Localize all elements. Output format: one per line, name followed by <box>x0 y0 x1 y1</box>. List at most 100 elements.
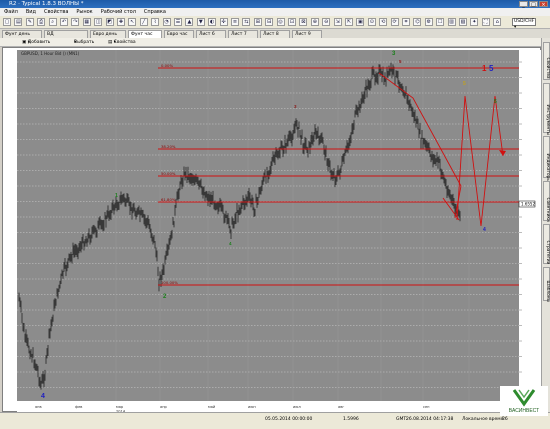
side-tab-1[interactable]: Свойства <box>543 42 550 80</box>
toolbar-button-26[interactable]: ⊡ <box>288 18 296 26</box>
wave-label: 5 <box>494 99 497 105</box>
tab-3[interactable]: Евро день <box>90 30 126 38</box>
minimize-button[interactable]: _ <box>519 1 528 8</box>
tab-6[interactable]: Лист 6 <box>196 30 226 38</box>
toolbar-button-36[interactable]: ⌗ <box>402 18 410 26</box>
toolbar-button-39[interactable]: ☐ <box>436 18 445 26</box>
toolbar-button-10[interactable]: ◩ <box>105 18 114 26</box>
toolbar-button-44[interactable]: ⌂ <box>493 18 502 26</box>
chart-properties-label: Свойства <box>113 40 136 45</box>
tab-5[interactable]: Евро час <box>164 30 194 38</box>
status-gmt-time: 26.08.2014 04:17:38 <box>406 417 454 422</box>
toolbar-button-24[interactable]: ⊟ <box>265 18 274 26</box>
toolbar-button-2[interactable]: ▤ <box>14 18 23 26</box>
toolbar-button-40[interactable]: ▥ <box>447 18 456 26</box>
side-tab-3[interactable]: Индикаторы <box>543 136 550 182</box>
toolbar-button-38[interactable]: ⚙ <box>424 18 433 26</box>
toolbar-button-21[interactable]: ≡ <box>231 18 239 26</box>
window-title: R2 · Typical 1.8.3 ВОЛНЫ * <box>9 1 84 7</box>
side-panel: Свойства Инструменты Индикаторы Советники Ст… <box>541 38 550 412</box>
toolbar-button-11[interactable]: ✚ <box>117 18 125 26</box>
toolbar-button-18[interactable]: ▼ <box>196 18 205 26</box>
toolbar-button-15[interactable]: ◔ <box>162 18 171 26</box>
x-tick-label: фев <box>75 405 82 409</box>
status-local-time: 26 <box>502 417 508 422</box>
menu-desktop[interactable]: Рабочий стол <box>101 8 136 16</box>
toolbar-button-13[interactable]: ╱ <box>139 18 148 26</box>
toolbar-button-29[interactable]: ⊖ <box>322 18 331 26</box>
price-chart[interactable]: GBPUSD, 1 Hour Bid () (MN1) 0.00% 38.20% 5… <box>3 48 542 413</box>
wave-label: 4 <box>41 393 45 400</box>
plot-area <box>17 50 519 401</box>
toolbar-button-4[interactable]: ⎙ <box>37 18 46 26</box>
toolbar-button-28[interactable]: ⊕ <box>310 18 319 26</box>
toolbar-button-41[interactable]: ▧ <box>459 18 467 26</box>
toolbar-button-42[interactable]: ✦ <box>470 18 479 26</box>
toolbar-button-20[interactable]: ✣ <box>219 18 228 26</box>
maximize-button[interactable]: □ <box>529 1 538 8</box>
status-local-label: Локальное время: <box>462 417 505 422</box>
toolbar-button-23[interactable]: ⊞ <box>253 18 262 26</box>
toolbar-button-5[interactable]: ⌕ <box>48 18 57 26</box>
x-tick-label: авг <box>338 405 344 409</box>
fib-label: 61.80% <box>161 197 176 202</box>
side-tab-4[interactable]: Советники <box>543 181 550 222</box>
toolbar-button-1[interactable]: ▢ <box>3 18 11 26</box>
toolbar-button-7[interactable]: ↷ <box>71 18 80 26</box>
toolbar-button-19[interactable]: ◐ <box>208 18 217 26</box>
toolbar-button-33[interactable]: ⊙ <box>367 18 376 26</box>
close-button[interactable]: × <box>539 1 548 8</box>
add-chart-button[interactable]: ▣ Добавить график ▾ <box>22 38 50 54</box>
menu-help[interactable]: Справка <box>144 8 166 16</box>
toolbar-button-35[interactable]: ⟳ <box>390 18 399 26</box>
x-tick-label: апр <box>160 405 168 409</box>
toolbar-button-14[interactable]: ⌇ <box>151 18 160 26</box>
toolbar-button-25[interactable]: ◎ <box>276 18 285 26</box>
side-tab-label: Инструменты <box>545 104 550 136</box>
tab-9[interactable]: Лист 9 <box>292 30 322 38</box>
toolbar-button-32[interactable]: ▣ <box>356 18 365 26</box>
tab-7[interactable]: Лист 7 <box>228 30 258 38</box>
toolbar-button-16[interactable]: ☰ <box>174 18 182 26</box>
tab-2[interactable]: ВД Альтернатива <box>44 30 88 44</box>
fib-label: 0.00% <box>161 63 173 68</box>
toolbar-button-9[interactable]: ◫ <box>94 18 103 26</box>
toolbar-button-22[interactable]: ⇆ <box>242 18 251 26</box>
x-tick-label: июл <box>293 405 301 409</box>
side-tab-5[interactable]: Стратегии <box>543 224 550 264</box>
main-toolbar: ▢ ▤ ✎ ⎙ ⌕ ↶ ↷ ▦ ◫ ◩ ✚ ↖ ╱ ⌇ ◔ ☰ ▲ ▼ ◐ ✣ ≡ ⇆ ⊞ ⊟ ◎ ⊡ ⊠ ⊕ ⊖ ⇲ ⇱ ▣ ⊙ ⟲ ⟳ ⌗ ⌬ ⚙ ☐ ▥… <box>0 16 550 29</box>
toolbar-button-27[interactable]: ⊠ <box>299 18 308 26</box>
chart-properties-button[interactable]: ▤ Свойства ▾ <box>108 38 136 47</box>
chart-panel[interactable]: GBPUSD, 1 Hour Bid () (MN1) 0.00% 38.20% 5… <box>2 47 542 413</box>
x-tick-label: июн <box>248 405 256 409</box>
menu-bar: Файл Вид Свойства Рынок Рабочий стол Спр… <box>0 8 550 16</box>
select-button[interactable]: Выбрать ▾ <box>74 38 94 47</box>
x-tick-label: май <box>208 405 216 409</box>
menu-properties[interactable]: Свойства <box>44 8 68 16</box>
chart-header: GBPUSD, 1 Hour Bid () (MN1) <box>21 51 80 56</box>
x-tick-label: янв <box>35 405 42 409</box>
tab-8[interactable]: Лист 8 <box>260 30 290 38</box>
toolbar-button-8[interactable]: ▦ <box>82 18 91 26</box>
tab-4[interactable]: Фунт час <box>128 30 162 38</box>
wave-label: 1 <box>115 193 118 199</box>
toolbar-button-37[interactable]: ⌬ <box>413 18 422 26</box>
menu-market[interactable]: Рынок <box>76 8 92 16</box>
toolbar-button-43[interactable]: ⛶ <box>481 18 490 26</box>
symbol-select[interactable]: USD/CHF ▾ <box>512 18 536 30</box>
toolbar-button-34[interactable]: ⟲ <box>379 18 388 26</box>
menu-file[interactable]: Файл <box>4 8 18 16</box>
toolbar-button-3[interactable]: ✎ <box>25 18 34 26</box>
toolbar-button-31[interactable]: ⇱ <box>345 18 353 26</box>
menu-view[interactable]: Вид <box>26 8 36 16</box>
chart-toolbar: ▣ Добавить график ▾ Выбрать ▾ ▤ Свойства… <box>0 38 541 54</box>
fib-label: 100.00% <box>161 280 178 285</box>
toolbar-button-17[interactable]: ▲ <box>185 18 194 26</box>
toolbar-button-6[interactable]: ↶ <box>60 18 68 26</box>
side-tab-6[interactable]: Шаблоны <box>543 267 550 302</box>
side-tab-2[interactable]: Инструменты <box>543 83 550 136</box>
current-price-label: 1.6552 <box>521 202 535 207</box>
toolbar-button-12[interactable]: ↖ <box>128 18 137 26</box>
toolbar-button-30[interactable]: ⇲ <box>333 18 342 26</box>
tab-1[interactable]: Фунт день <box>2 30 42 38</box>
